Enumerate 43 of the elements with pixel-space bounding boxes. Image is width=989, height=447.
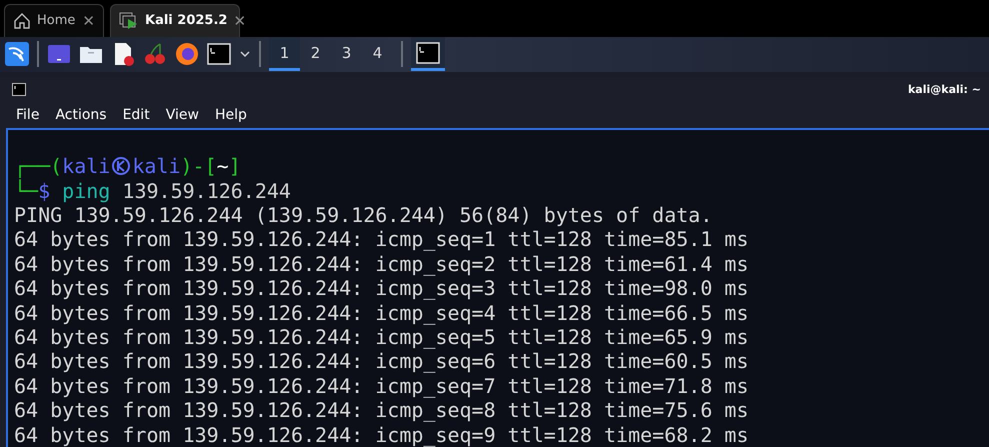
prompt-text: 139.59.126.244 xyxy=(121,178,291,203)
prompt-text: kali xyxy=(132,154,181,178)
tab[interactable]: Home ✕ xyxy=(4,4,104,37)
output-line: 64 bytes from 139.59.126.244: icmp_seq=5 ttl=128 time=65.9 ms xyxy=(14,324,750,350)
tab-label: Kali 2025.2 xyxy=(145,13,228,28)
prompt-text: kali xyxy=(62,154,110,178)
output-line: 64 bytes from 139.59.126.244: icmp_seq=8 ttl=128 time=75.6 ms xyxy=(14,398,750,423)
circled-k-icon xyxy=(111,156,132,176)
prompt-text: ┌──( xyxy=(14,154,62,178)
terminal-icon[interactable] xyxy=(207,42,231,66)
menu-item[interactable]: View xyxy=(160,104,205,125)
prompt-text: └─ xyxy=(14,178,38,203)
tab-label: Home xyxy=(37,13,76,28)
menu-item[interactable]: Help xyxy=(208,104,253,125)
close-button[interactable]: ✕ xyxy=(82,12,95,30)
output-line: 64 bytes from 139.59.126.244: icmp_seq=7 ttl=128 time=71.8 ms xyxy=(14,374,750,398)
output-line: 64 bytes from 139.59.126.244: icmp_seq=9 ttl=128 time=68.2 ms xyxy=(14,422,750,447)
workspace-button[interactable]: 1 xyxy=(269,37,300,72)
workspace-button[interactable]: 4 xyxy=(362,37,393,72)
cherry-icon[interactable] xyxy=(143,42,167,66)
menu-item[interactable]: Edit xyxy=(116,104,156,125)
output-line: 64 bytes from 139.59.126.244: icmp_seq=4 ttl=128 time=66.5 ms xyxy=(14,300,750,325)
prompt-text: $ xyxy=(38,178,50,203)
workspace-button[interactable]: 2 xyxy=(300,37,331,72)
output-line: 64 bytes from 139.59.126.244: icmp_seq=1 ttl=128 time=85.1 ms xyxy=(14,227,750,252)
output-line: 64 bytes from 139.59.126.244: icmp_seq=6 ttl=128 time=60.5 ms xyxy=(14,349,750,374)
prompt-text: ping xyxy=(61,178,110,203)
terminal-icon[interactable] xyxy=(416,40,440,65)
prompt-text: )-[ xyxy=(180,154,217,178)
virtual-machine-icon xyxy=(119,12,139,30)
output-line: 64 bytes from 139.59.126.244: icmp_seq=2 ttl=128 time=61.4 ms xyxy=(14,252,750,276)
window-title: kali@kali: ~ xyxy=(908,82,981,96)
output-line: PING 139.59.126.244 (139.59.126.244) 56(84) bytes of data. xyxy=(14,202,714,228)
menu-item[interactable]: Actions xyxy=(49,104,113,125)
terminal-icon xyxy=(12,82,26,96)
prompt-text: ] xyxy=(228,154,241,178)
workspace-button[interactable]: 3 xyxy=(331,37,362,72)
prompt-text: ~ xyxy=(216,154,229,178)
task-button[interactable] xyxy=(411,37,445,72)
menu-item[interactable]: File xyxy=(10,104,46,125)
output-line: 64 bytes from 139.59.126.244: icmp_seq=3 ttl=128 time=98.0 ms xyxy=(14,276,750,301)
home-icon xyxy=(13,12,31,30)
browser-icon[interactable] xyxy=(175,42,199,66)
